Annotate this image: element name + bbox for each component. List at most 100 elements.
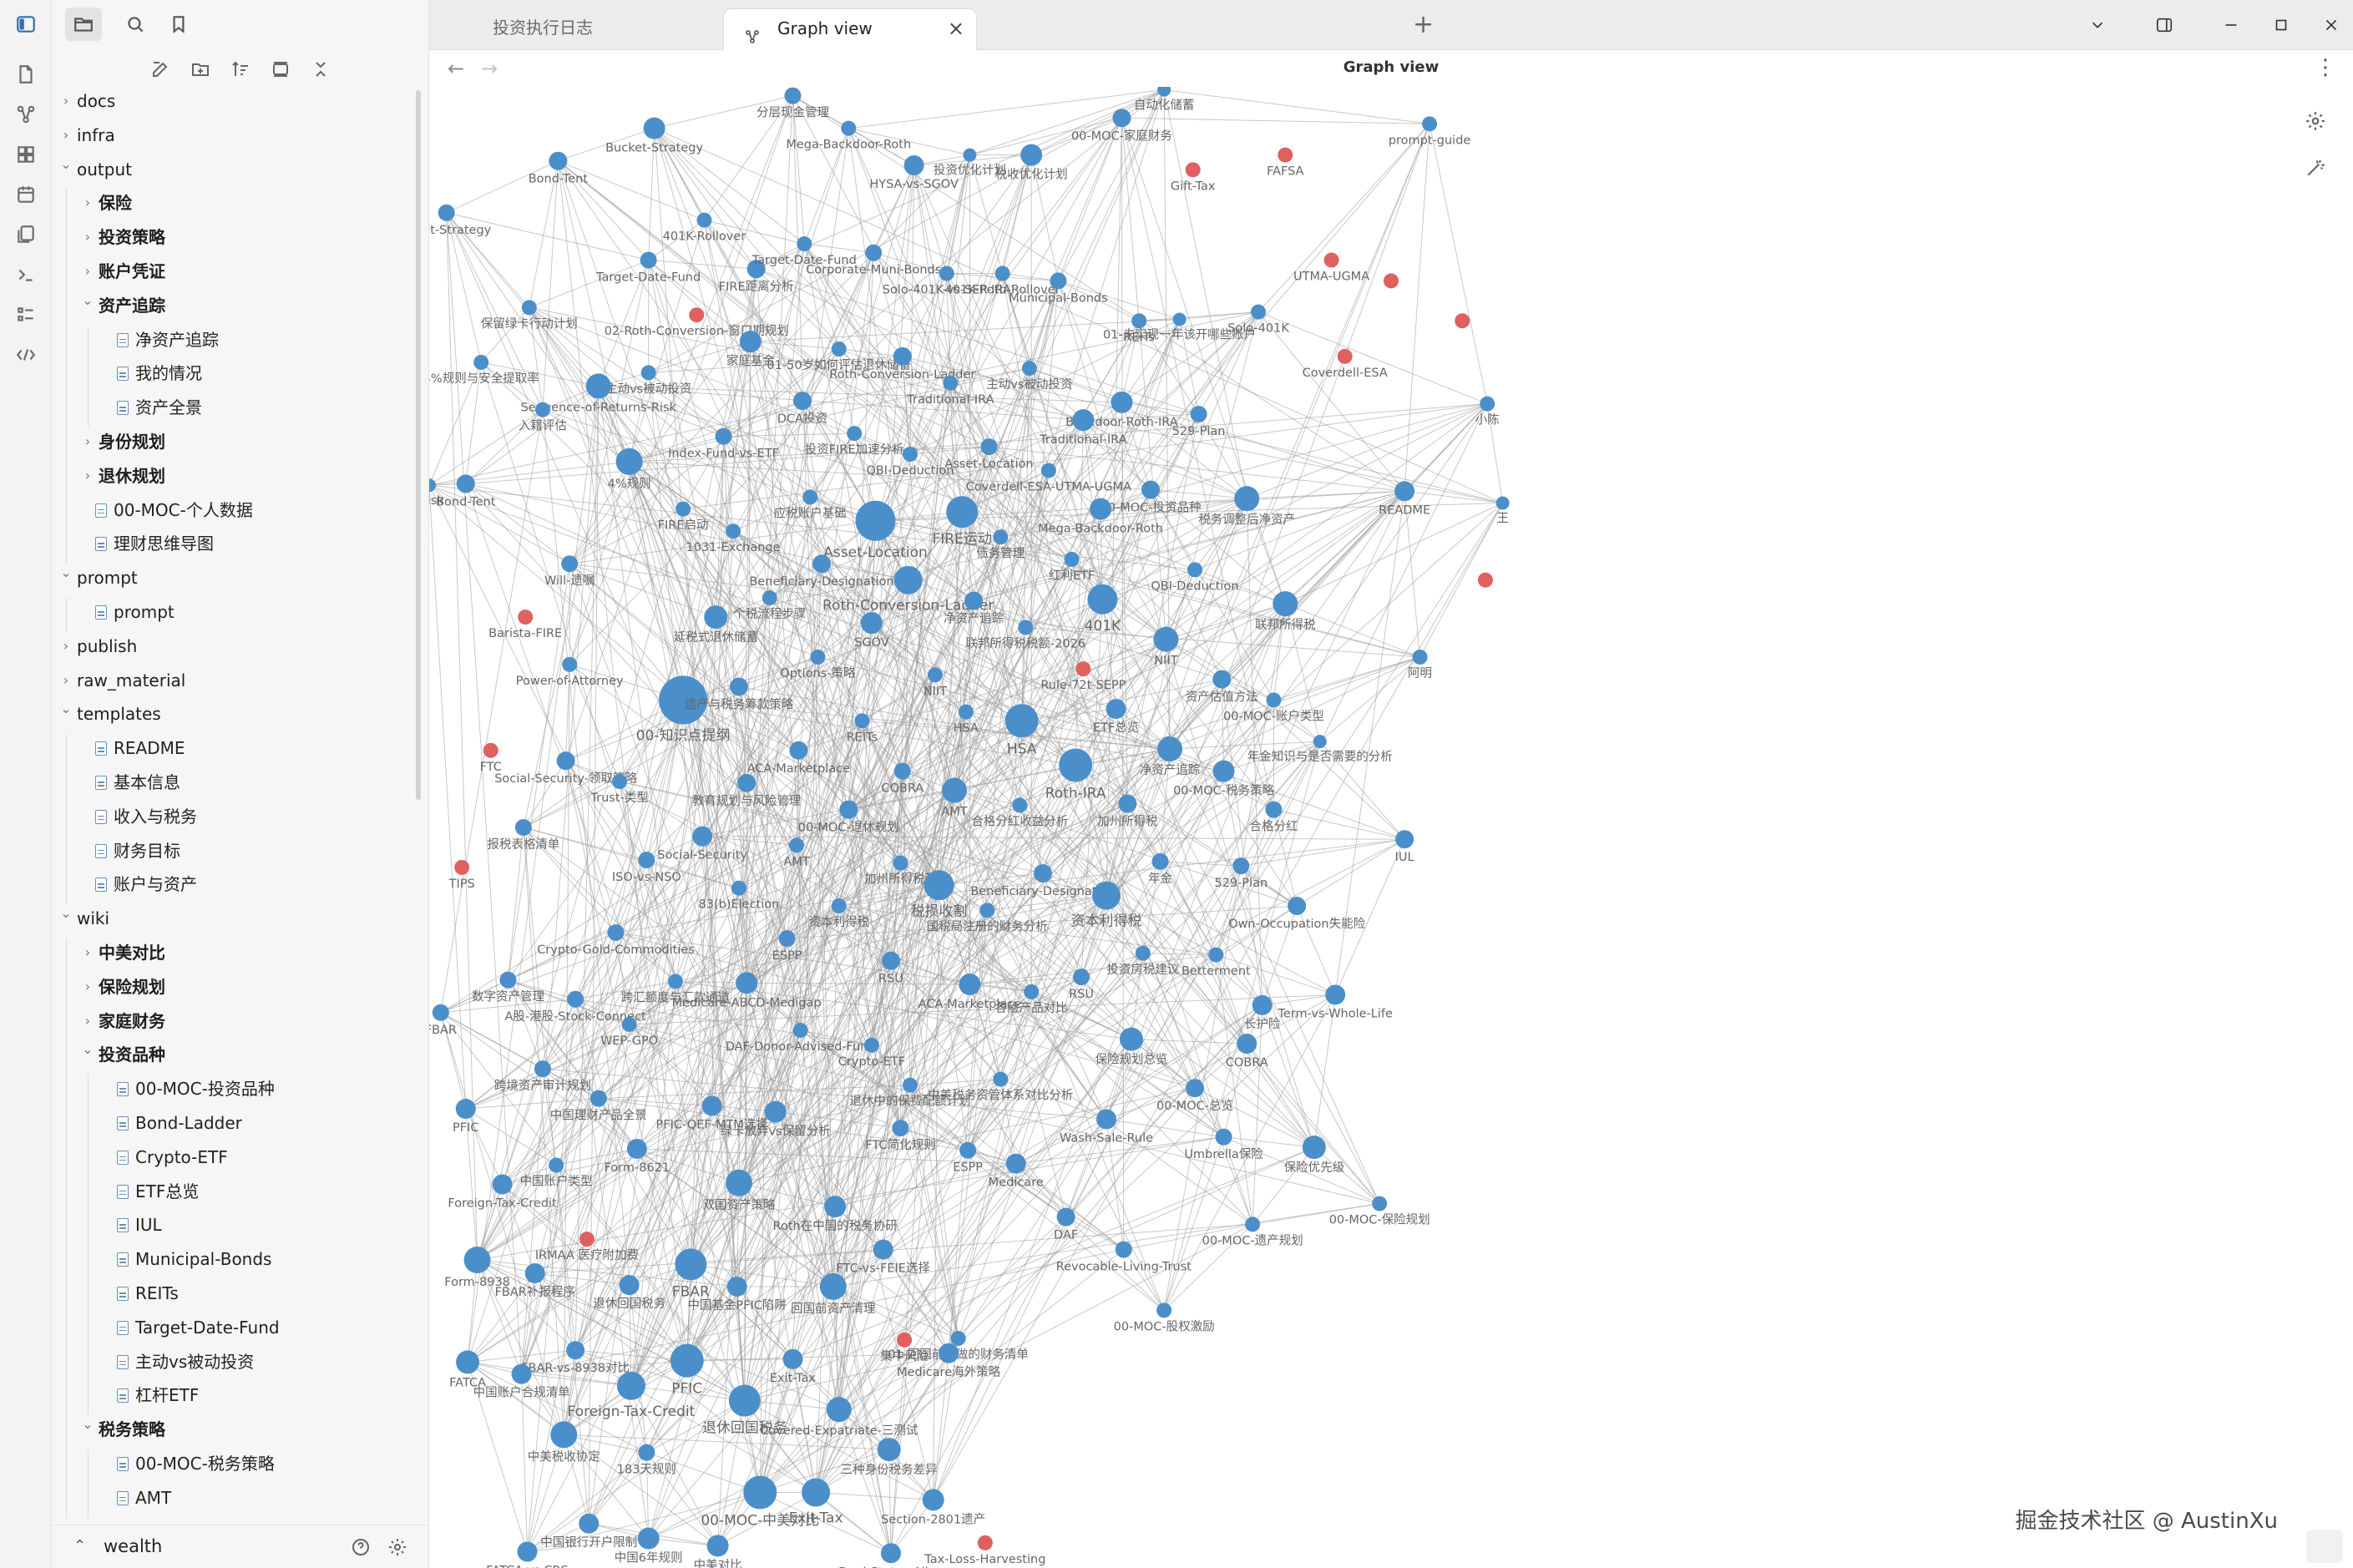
graph-node[interactable] <box>943 375 959 391</box>
graph-node[interactable] <box>1208 947 1224 963</box>
graph-node[interactable] <box>959 974 981 996</box>
tree-file[interactable]: 杠杆ETF <box>52 1381 411 1409</box>
graph-node[interactable] <box>1187 562 1202 578</box>
chevron-right-icon[interactable]: › <box>57 632 75 660</box>
canvas-icon[interactable] <box>8 137 43 172</box>
graph-node[interactable] <box>1106 699 1126 720</box>
tree-file[interactable]: 资产全景 <box>52 393 411 422</box>
graph-node[interactable] <box>1288 897 1307 916</box>
graph-node[interactable] <box>696 212 712 228</box>
graph-node[interactable] <box>492 1174 513 1195</box>
tree-file[interactable]: 00-MOC-个人数据 <box>52 496 411 524</box>
graph-node[interactable] <box>826 1397 852 1423</box>
graph-node[interactable] <box>1135 945 1151 961</box>
graph-node[interactable] <box>456 1350 480 1374</box>
graph-node[interactable] <box>1245 1216 1261 1232</box>
chevron-down-icon[interactable]: ⌄ <box>57 150 75 179</box>
graph-node-unresolved[interactable] <box>1455 313 1470 329</box>
graph-node[interactable] <box>881 951 900 970</box>
tree-file[interactable]: 财务目标 <box>52 837 411 865</box>
graph-node[interactable] <box>1004 704 1039 738</box>
tree-file[interactable]: README <box>52 734 411 762</box>
graph-node[interactable] <box>579 1513 600 1534</box>
tree-folder[interactable]: › 家庭财务 <box>52 1007 411 1035</box>
latex-icon[interactable] <box>8 337 43 372</box>
graph-node[interactable] <box>860 612 883 635</box>
graph-node[interactable] <box>863 1037 879 1053</box>
tree-file[interactable]: Bond-Ladder <box>52 1109 411 1137</box>
graph-node[interactable] <box>1092 881 1121 910</box>
graph-node[interactable] <box>562 656 578 672</box>
sort-icon[interactable] <box>225 55 256 83</box>
tree-folder[interactable]: › docs <box>52 87 411 115</box>
graph-node-unresolved[interactable] <box>454 859 470 875</box>
graph-node[interactable] <box>946 496 979 529</box>
graph-node-unresolved[interactable] <box>1337 348 1353 364</box>
graph-node[interactable] <box>789 741 808 760</box>
graph-node[interactable] <box>550 1421 578 1449</box>
graph-node[interactable] <box>499 971 517 989</box>
graph-node[interactable] <box>511 1363 532 1384</box>
graph-node[interactable] <box>638 1444 655 1461</box>
graph-node[interactable] <box>726 1276 747 1297</box>
graph-node[interactable] <box>958 704 974 720</box>
sidebar-scrollbar[interactable] <box>416 90 421 800</box>
new-note-icon[interactable] <box>145 55 175 83</box>
graph-node[interactable] <box>667 974 683 989</box>
tree-file[interactable]: Asset-Location <box>52 1518 411 1519</box>
graph-node[interactable] <box>855 500 896 541</box>
graph-node[interactable] <box>731 880 746 896</box>
tree-folder[interactable]: › 保险规划 <box>52 973 411 1001</box>
tree-file[interactable]: 00-MOC-投资品种 <box>52 1075 411 1103</box>
graph-node[interactable] <box>1073 969 1090 986</box>
graph-node[interactable] <box>903 1077 918 1093</box>
graph-node[interactable] <box>566 1341 585 1360</box>
graph-node[interactable] <box>1395 830 1414 849</box>
graph-node[interactable] <box>1119 1027 1143 1051</box>
tree-file[interactable]: 基本信息 <box>52 768 411 797</box>
graph-node[interactable] <box>873 1239 893 1260</box>
graph-node[interactable] <box>432 1004 449 1021</box>
graph-node[interactable] <box>892 1120 909 1137</box>
graph-node[interactable] <box>621 1016 637 1032</box>
graph-node[interactable] <box>1005 1153 1026 1174</box>
graph-node[interactable] <box>782 1348 803 1369</box>
tree-folder[interactable]: ⌄ templates <box>52 700 411 728</box>
graph-node[interactable] <box>1064 551 1080 567</box>
graph-node[interactable] <box>810 649 826 665</box>
graph-node[interactable] <box>1018 620 1034 635</box>
graph-node[interactable] <box>637 1527 660 1550</box>
settings-gear-icon[interactable] <box>386 1535 409 1559</box>
tree-file[interactable]: 主动vs被动投资 <box>52 1348 411 1376</box>
graph-node[interactable] <box>1157 87 1171 97</box>
graph-node[interactable] <box>549 151 568 170</box>
tree-folder[interactable]: ⌄ prompt <box>52 564 411 592</box>
templates-icon[interactable] <box>8 217 43 252</box>
command-palette-icon[interactable] <box>8 257 43 292</box>
graph-node[interactable] <box>737 773 757 792</box>
tab-list-chevron-icon[interactable] <box>2081 10 2114 40</box>
graph-node[interactable] <box>1087 584 1118 615</box>
graph-node[interactable] <box>1215 1128 1232 1146</box>
chevron-right-icon[interactable]: › <box>78 1007 97 1035</box>
search-tab-icon[interactable] <box>117 8 154 41</box>
graph-node[interactable] <box>1266 692 1282 708</box>
new-folder-icon[interactable] <box>185 55 215 83</box>
graph-node[interactable] <box>1495 496 1510 510</box>
graph-node-unresolved[interactable] <box>977 1535 993 1550</box>
graph-node[interactable] <box>877 1438 901 1462</box>
graph-node[interactable] <box>590 1090 607 1107</box>
graph-node[interactable] <box>789 837 805 853</box>
tree-folder[interactable]: › 账户凭证 <box>52 257 411 286</box>
graph-node[interactable] <box>893 346 912 366</box>
graph-node[interactable] <box>1096 1109 1117 1130</box>
graph-node[interactable] <box>993 1071 1009 1087</box>
graph-node[interactable] <box>1252 994 1273 1015</box>
graph-node[interactable] <box>676 501 691 517</box>
graph-node[interactable] <box>797 236 812 252</box>
graph-node[interactable] <box>1313 735 1327 749</box>
outline-icon[interactable] <box>8 297 43 332</box>
graph-node[interactable] <box>463 1247 491 1274</box>
chevron-right-icon[interactable]: › <box>57 87 75 115</box>
graph-node[interactable] <box>880 1543 901 1564</box>
